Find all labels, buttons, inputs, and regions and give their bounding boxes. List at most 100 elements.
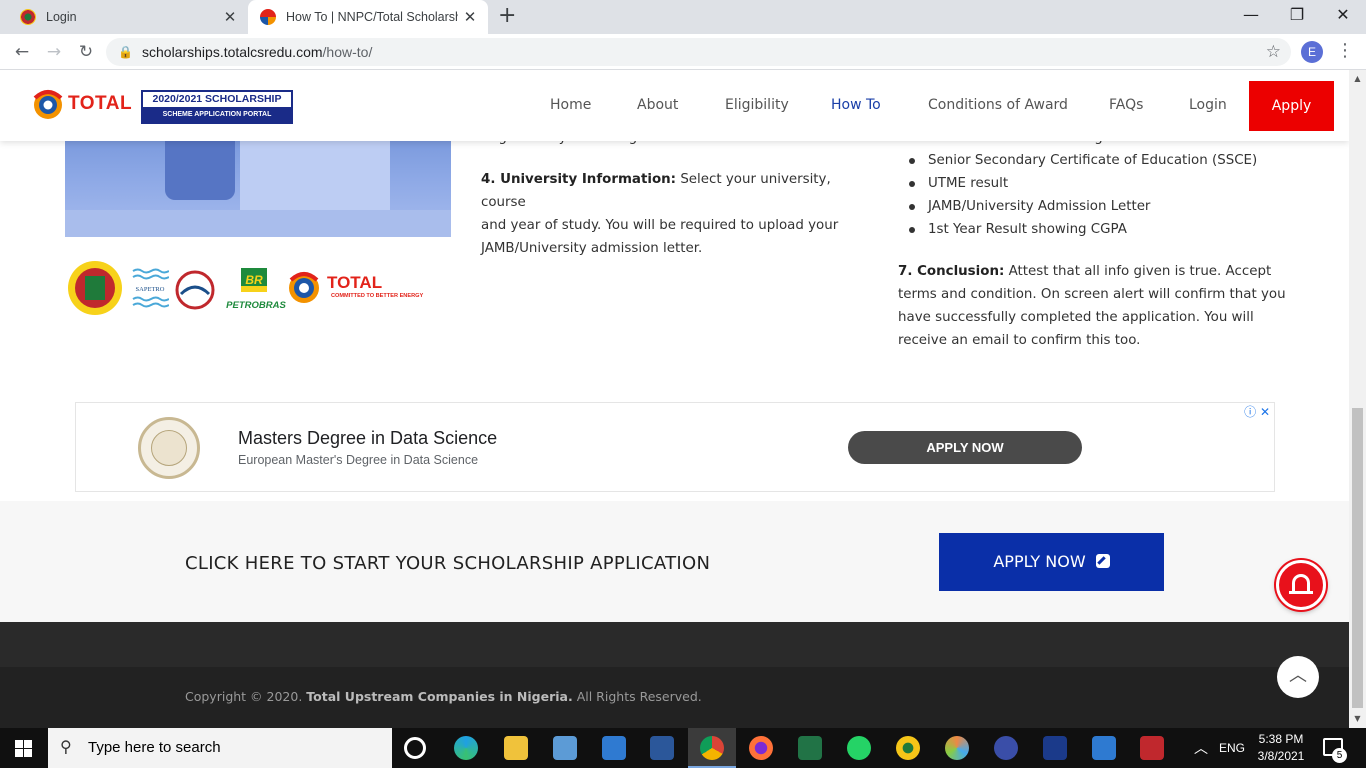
footer: Copyright © 2020. Total Upstream Compani…: [0, 667, 1349, 728]
word-icon[interactable]: [650, 736, 674, 760]
wps-icon[interactable]: [1092, 736, 1116, 760]
nav-login[interactable]: Login: [1189, 70, 1227, 141]
nav-about[interactable]: About: [637, 70, 678, 141]
mb-app-icon[interactable]: [994, 736, 1018, 760]
list-item: JAMB/University Admission Letter: [908, 195, 1257, 218]
task-view-icon[interactable]: [404, 737, 426, 759]
badge-line1: 2020/2021 SCHOLARSHIP: [143, 92, 291, 107]
edge-icon[interactable]: [454, 736, 478, 760]
reload-icon[interactable]: ↻: [74, 40, 98, 64]
list-item: Senior Secondary Certificate of Educatio…: [908, 149, 1257, 172]
petrobras-label: PETROBRAS: [226, 300, 286, 311]
nnpc-logo: [68, 261, 122, 315]
ad-headline[interactable]: Masters Degree in Data Science: [238, 428, 497, 449]
cta-text: CLICK HERE TO START YOUR SCHOLARSHIP APP…: [185, 553, 711, 574]
nav-apply-button[interactable]: Apply: [1249, 81, 1334, 131]
tab-how-to[interactable]: How To | NNPC/Total Scholarship ✕: [248, 0, 488, 34]
tab-title: Login: [46, 10, 77, 24]
portal-badge: 2020/2021 SCHOLARSHIP SCHEME APPLICATION…: [141, 90, 293, 124]
mail-icon[interactable]: [602, 736, 626, 760]
total-sponsor-logo: TOTAL COMMITTED TO BETTER ENERGY: [289, 272, 423, 303]
nav-home[interactable]: Home: [550, 70, 591, 141]
chrome-icon[interactable]: [700, 736, 724, 760]
tray-chevron-icon[interactable]: ︿: [1194, 728, 1208, 768]
close-tab-icon[interactable]: ✕: [218, 8, 242, 26]
ad-banner[interactable]: Masters Degree in Data Science European …: [75, 402, 1275, 492]
petrobras-mark: BR: [245, 273, 263, 287]
browser-toolbar: ← → ↻ 🔒 scholarships.totalcsredu.com/how…: [0, 34, 1366, 70]
language-indicator[interactable]: ENG: [1219, 728, 1245, 768]
copyright-suffix: All Rights Reserved.: [572, 689, 702, 704]
business-school-seal-icon: [138, 417, 200, 479]
sapetro-label: SAPETRO: [136, 286, 165, 293]
list-item: 1st Year Result showing CGPA: [908, 218, 1257, 241]
scroll-up-icon[interactable]: ▲: [1349, 74, 1366, 83]
new-tab-icon[interactable]: +: [498, 5, 516, 27]
paint-icon[interactable]: [945, 736, 969, 760]
step7-line4: receive an email to confirm this too.: [898, 333, 1141, 348]
nav-faqs[interactable]: FAQs: [1109, 70, 1143, 141]
step7-line1: Attest that all info given is true. Acce…: [1008, 264, 1272, 279]
sponsor-logos: SAPETRO BR PETROBRAS TOTAL COMMITTED TO …: [65, 258, 445, 318]
badge-line2: SCHEME APPLICATION PORTAL: [143, 107, 291, 122]
step7-title: 7. Conclusion:: [898, 264, 1005, 279]
search-icon: ⚲: [60, 739, 72, 756]
notification-bell-icon[interactable]: [1276, 560, 1326, 610]
step7-line2: terms and condition. On screen alert wil…: [898, 287, 1286, 302]
list-item: UTME result: [908, 172, 1257, 195]
page-scrollbar[interactable]: ▲ ▼: [1349, 70, 1366, 728]
coat-of-arms-app-icon[interactable]: [896, 736, 920, 760]
clock-time: 5:38 PM: [1258, 732, 1304, 746]
copyright-prefix: Copyright © 2020.: [185, 689, 307, 704]
step7-line3: have successfully completed the applicat…: [898, 310, 1254, 325]
reader-app-icon[interactable]: [1043, 736, 1067, 760]
step7-text: 7. Conclusion: Attest that all info give…: [898, 260, 1298, 352]
back-to-top-icon[interactable]: ︿: [1277, 656, 1319, 698]
close-tab-icon[interactable]: ✕: [458, 8, 482, 26]
lock-icon: 🔒: [118, 45, 133, 59]
taskbar-search-input[interactable]: ⚲ Type here to search: [48, 728, 392, 768]
taskbar-clock[interactable]: 5:38 PM 3/8/2021: [1252, 731, 1310, 765]
close-window-icon[interactable]: ✕: [1320, 0, 1366, 34]
step4-line2: and year of study. You will be required …: [481, 218, 839, 233]
step4-line3: JAMB/University admission letter.: [481, 241, 703, 256]
apply-now-button[interactable]: APPLY NOW: [939, 533, 1164, 591]
minimize-icon[interactable]: —: [1228, 0, 1274, 34]
coat-of-arms-favicon-icon: [20, 9, 36, 25]
url-path: /how-to/: [322, 44, 373, 60]
copyright: Copyright © 2020. Total Upstream Compani…: [185, 689, 702, 704]
store-icon[interactable]: [553, 736, 577, 760]
restore-icon[interactable]: ❐: [1274, 0, 1320, 34]
tab-title: How To | NNPC/Total Scholarship: [286, 10, 458, 24]
address-bar[interactable]: 🔒 scholarships.totalcsredu.com/how-to/ ☆: [106, 38, 1291, 66]
sapetro-logo: SAPETRO: [131, 266, 169, 311]
nav-eligibility[interactable]: Eligibility: [725, 70, 789, 141]
total-favicon-icon: [260, 9, 276, 25]
scroll-down-icon[interactable]: ▼: [1349, 714, 1366, 723]
back-icon[interactable]: ←: [10, 40, 34, 64]
cta-band: CLICK HERE TO START YOUR SCHOLARSHIP APP…: [0, 501, 1349, 622]
windows-start-icon[interactable]: [15, 740, 32, 757]
ad-subline: European Master's Degree in Data Science: [238, 453, 479, 467]
petrobras-logo: BR PETROBRAS: [226, 268, 286, 311]
firefox-icon[interactable]: [749, 736, 773, 760]
total-logo[interactable]: TOTAL: [32, 88, 132, 120]
ad-apply-button[interactable]: APPLY NOW: [848, 431, 1082, 464]
copyright-company: Total Upstream Companies in Nigeria.: [306, 689, 573, 704]
brand-name: TOTAL: [68, 93, 133, 114]
bookmark-star-icon[interactable]: ☆: [1266, 38, 1281, 66]
nav-how-to[interactable]: How To: [831, 70, 881, 141]
presentation-app-icon[interactable]: [1140, 736, 1164, 760]
scroll-thumb[interactable]: [1352, 408, 1363, 708]
total-emblem-icon: [33, 90, 63, 119]
profile-avatar[interactable]: E: [1301, 41, 1323, 63]
browser-menu-icon[interactable]: ⋮: [1336, 40, 1354, 61]
adchoices-icon[interactable]: ⓘ ✕: [1244, 403, 1270, 420]
page-viewport: SAPETRO BR PETROBRAS TOTAL COMMITTED TO …: [0, 70, 1349, 728]
nav-conditions[interactable]: Conditions of Award: [928, 70, 1068, 141]
file-explorer-icon[interactable]: [504, 736, 528, 760]
tab-login[interactable]: Login ✕: [8, 0, 248, 34]
forward-icon[interactable]: →: [42, 40, 66, 64]
whatsapp-icon[interactable]: [847, 736, 871, 760]
excel-icon[interactable]: [798, 736, 822, 760]
